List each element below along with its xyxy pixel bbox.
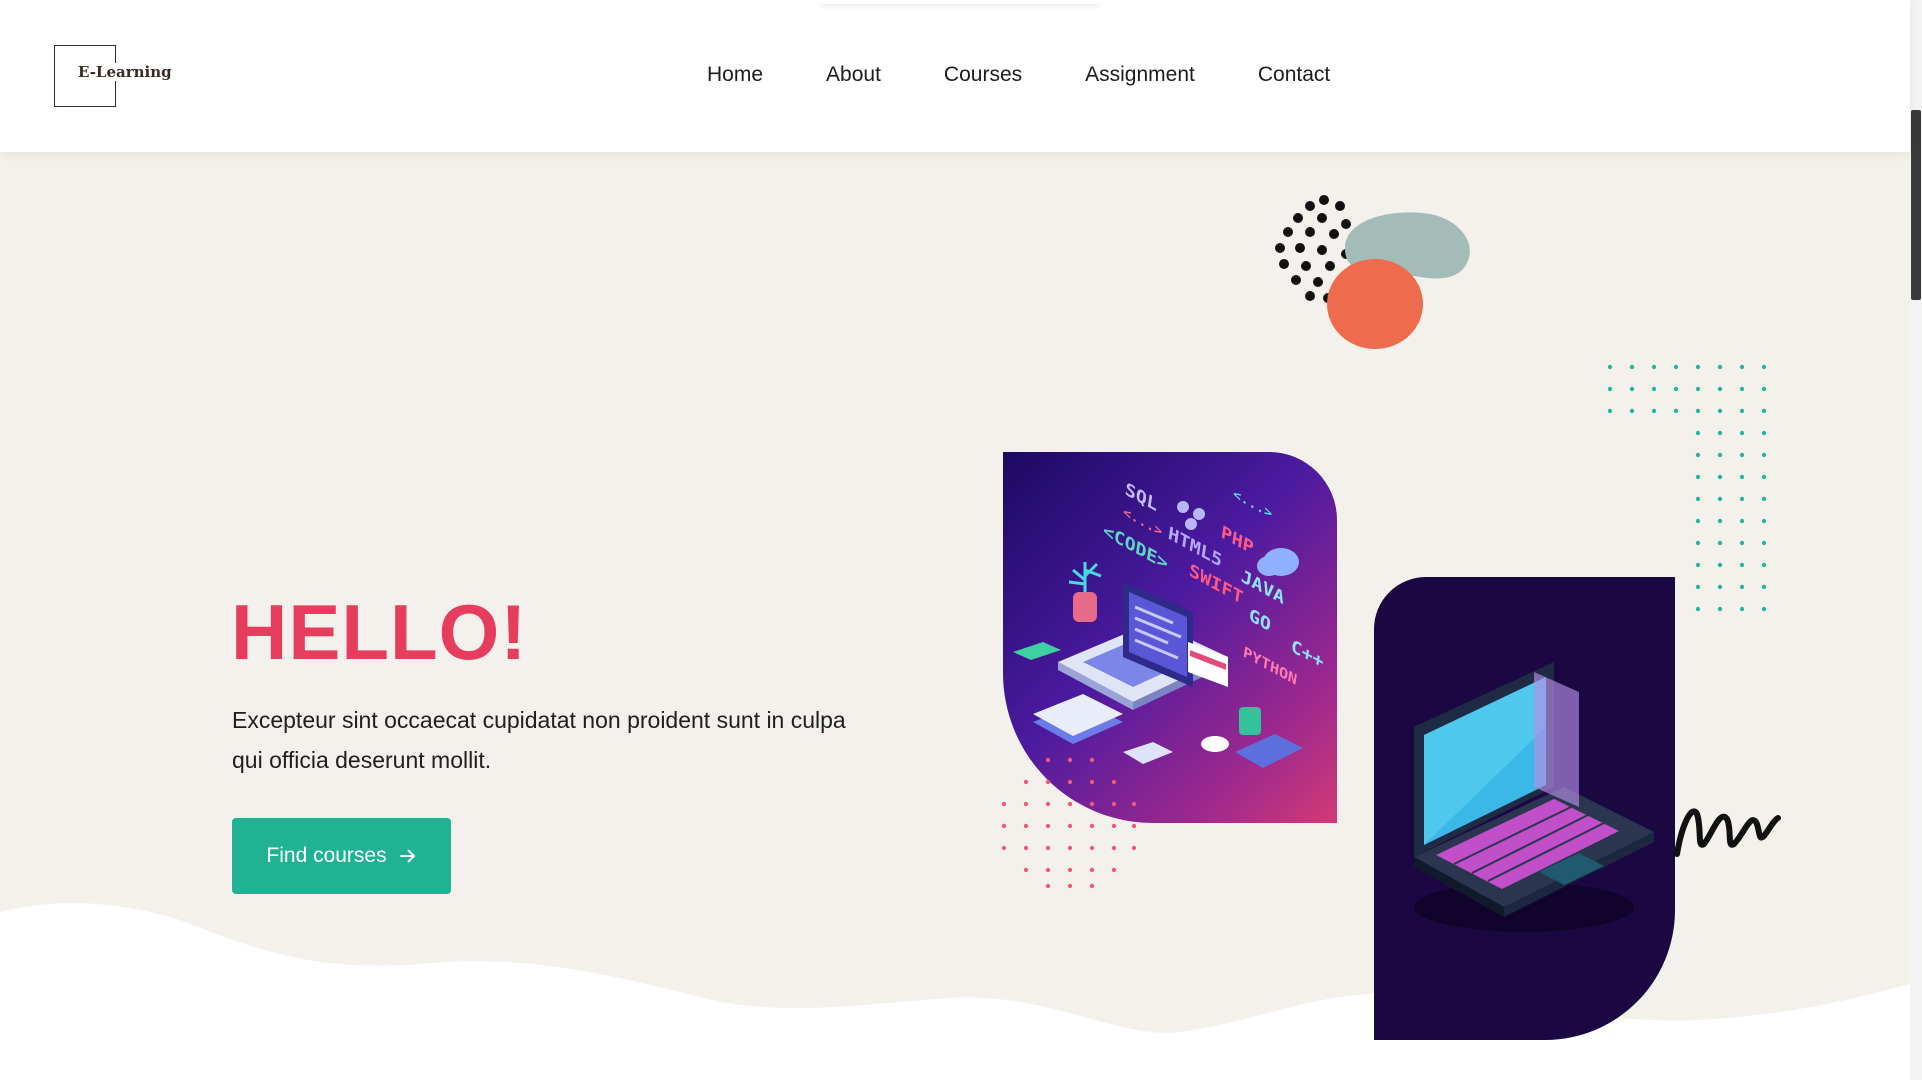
laptop-illustration [1414,662,1654,932]
main-nav: Home About Courses Assignment Contact [707,58,1330,94]
scrollbar-thumb[interactable] [1911,110,1921,300]
nav-item-about[interactable]: About [826,58,881,94]
site-header: E-Learning Home About Courses Assignment… [0,0,1910,152]
nav-item-assignment[interactable]: Assignment [1085,58,1195,94]
find-courses-button[interactable]: Find courses [232,818,451,894]
teal-dots-decoration [1607,364,1767,612]
header-notch [820,0,1100,4]
nav-item-home[interactable]: Home [707,58,763,94]
nav-item-contact[interactable]: Contact [1258,58,1330,94]
page: E-Learning Home About Courses Assignment… [0,0,1922,1080]
arrow-right-icon [399,849,415,863]
logo-text[interactable]: E-Learning [76,63,174,81]
squiggle-decoration [1674,808,1781,857]
laptop-illustration-card [1374,577,1675,1040]
hero-title: HELLO! [231,588,528,676]
nav-item-courses[interactable]: Courses [944,58,1022,94]
pink-dots-decoration [1001,757,1137,889]
hero-section: SQL <...> <...> <CODE> HTML5 PHP SWIFT J… [0,152,1910,1080]
hero-description: Excepteur sint occaecat cupidatat non pr… [232,707,846,773]
orange-circle-decoration [1327,259,1423,349]
find-courses-label: Find courses [266,844,387,867]
